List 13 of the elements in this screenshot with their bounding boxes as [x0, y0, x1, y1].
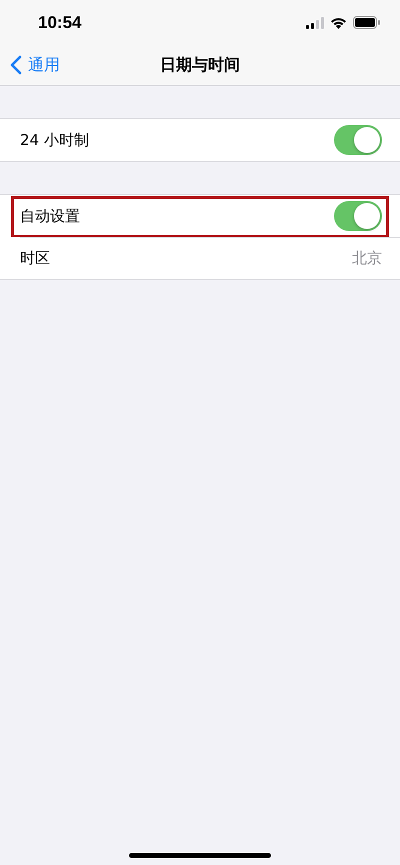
wifi-icon — [330, 16, 347, 28]
row-value: 北京 — [352, 248, 382, 268]
row-label: 24 小时制 — [20, 130, 90, 150]
toggle-switch[interactable] — [334, 201, 382, 231]
row-label: 自动设置 — [20, 206, 81, 226]
row-label: 时区 — [20, 248, 51, 268]
status-time: 10:54 — [38, 12, 82, 32]
back-chevron-icon — [10, 55, 22, 75]
toggle-switch[interactable] — [334, 125, 382, 155]
back-button[interactable]: 通用 — [0, 54, 60, 76]
signal-icon — [306, 16, 324, 28]
battery-icon — [353, 16, 380, 29]
nav-title: 日期与时间 — [160, 54, 240, 76]
